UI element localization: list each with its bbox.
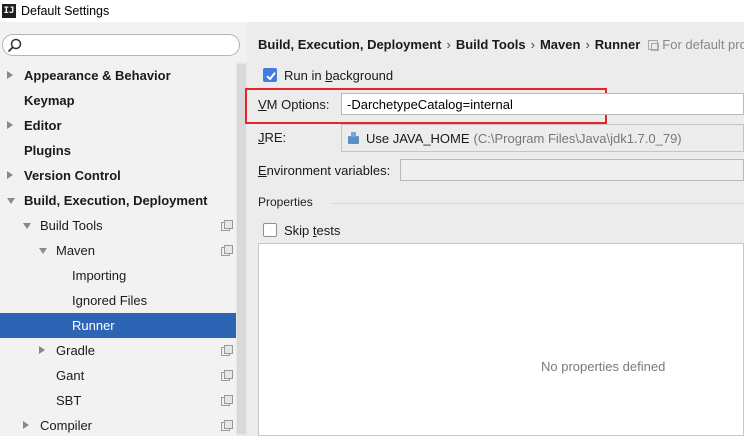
search-input[interactable] — [25, 37, 235, 53]
properties-divider — [331, 203, 744, 204]
settings-sidebar: Appearance & Behavior Keymap Editor Plugins… — [0, 22, 247, 436]
run-in-background-label[interactable]: Run in background — [284, 68, 393, 83]
breadcrumb-item[interactable]: Build, Execution, Deployment — [258, 37, 441, 52]
sidebar-item-label: Compiler — [40, 418, 93, 433]
project-settings-icon — [648, 39, 660, 51]
jre-label: JRE: — [258, 130, 287, 145]
project-settings-icon — [221, 420, 233, 431]
sidebar-item-label: Gradle — [56, 343, 96, 358]
environment-variables-field[interactable] — [400, 159, 744, 181]
sidebar-item-label: Maven — [56, 243, 96, 258]
sidebar-item-label: Version Control — [24, 168, 121, 183]
collapsed-arrow-icon[interactable] — [7, 171, 13, 179]
project-settings-icon — [221, 395, 233, 406]
jre-select[interactable]: Use JAVA_HOME (C:\Program Files\Java\jdk… — [341, 124, 744, 152]
breadcrumb-separator: › — [585, 37, 590, 52]
sidebar-item-compiler[interactable]: Compiler — [0, 413, 236, 436]
sidebar-item-build-execution-deployment[interactable]: Build, Execution, Deployment — [0, 188, 236, 213]
collapsed-arrow-icon[interactable] — [39, 346, 45, 354]
sidebar-item-label: Runner — [72, 318, 115, 333]
settings-search-box[interactable] — [2, 34, 240, 56]
breadcrumb-separator: › — [530, 37, 535, 52]
intellij-logo-icon: IJ — [2, 4, 16, 18]
expanded-arrow-icon[interactable] — [7, 198, 15, 204]
collapsed-arrow-icon[interactable] — [7, 121, 13, 129]
properties-empty-text: No properties defined — [541, 359, 666, 374]
sidebar-item-label: Gant — [56, 368, 85, 383]
properties-table[interactable] — [258, 243, 744, 436]
sidebar-item-editor[interactable]: Editor — [0, 113, 236, 138]
sidebar-item-label: Importing — [72, 268, 127, 283]
breadcrumb-item[interactable]: Build Tools — [456, 37, 526, 52]
vm-options-label: VM Options: — [258, 97, 330, 112]
sidebar-item-version-control[interactable]: Version Control — [0, 163, 236, 188]
project-settings-icon — [221, 345, 233, 356]
sidebar-item-label: Build Tools — [40, 218, 103, 233]
skip-tests-label[interactable]: Skip tests — [284, 223, 340, 238]
sidebar-item-maven[interactable]: Maven — [0, 238, 236, 263]
sidebar-item-label: Ignored Files — [72, 293, 148, 308]
sidebar-item-plugins[interactable]: Plugins — [0, 138, 236, 163]
sidebar-item-label: SBT — [56, 393, 82, 408]
vm-options-field[interactable] — [341, 93, 744, 115]
folder-icon — [348, 132, 360, 144]
project-settings-icon — [221, 245, 233, 256]
sidebar-item-label: Appearance & Behavior — [24, 68, 171, 83]
environment-variables-label: Environment variables: — [258, 163, 391, 178]
jre-select-value: Use JAVA_HOME — [366, 130, 470, 146]
sidebar-item-label: Editor — [24, 118, 62, 133]
search-icon — [7, 38, 22, 53]
breadcrumb-separator: › — [446, 37, 451, 52]
sidebar-item-importing[interactable]: Importing — [0, 263, 236, 288]
sidebar-item-keymap[interactable]: Keymap — [0, 88, 236, 113]
default-project-hint: For default proje — [648, 37, 744, 52]
sidebar-item-gant[interactable]: Gant — [0, 363, 236, 388]
checkmark-icon — [266, 72, 276, 81]
breadcrumb: Build, Execution, Deployment › Build Tools… — [258, 37, 744, 52]
title-bar: IJ Default Settings — [0, 0, 744, 22]
settings-tree: Appearance & Behavior Keymap Editor Plugins… — [0, 63, 236, 436]
default-project-hint-text: For default proje — [662, 37, 744, 52]
project-settings-icon — [221, 370, 233, 381]
window-title: Default Settings — [21, 4, 110, 18]
skip-tests-checkbox[interactable] — [263, 223, 277, 237]
sidebar-item-ignored-files[interactable]: Ignored Files — [0, 288, 236, 313]
vm-options-input[interactable] — [342, 94, 743, 114]
sidebar-item-runner[interactable]: Runner — [0, 313, 236, 338]
environment-variables-input[interactable] — [401, 160, 743, 180]
sidebar-item-label: Plugins — [24, 143, 71, 158]
breadcrumb-item[interactable]: Runner — [595, 37, 641, 52]
sidebar-item-sbt[interactable]: SBT — [0, 388, 236, 413]
settings-content: Build, Execution, Deployment › Build Tools… — [245, 22, 744, 436]
sidebar-item-appearance-behavior[interactable]: Appearance & Behavior — [0, 63, 236, 88]
collapsed-arrow-icon[interactable] — [7, 71, 13, 79]
collapsed-arrow-icon[interactable] — [23, 421, 29, 429]
expanded-arrow-icon[interactable] — [23, 223, 31, 229]
properties-heading: Properties — [258, 195, 313, 209]
run-in-background-checkbox[interactable] — [263, 68, 277, 82]
sidebar-item-build-tools[interactable]: Build Tools — [0, 213, 236, 238]
sidebar-item-label: Keymap — [24, 93, 75, 108]
sidebar-item-gradle[interactable]: Gradle — [0, 338, 236, 363]
sidebar-item-label: Build, Execution, Deployment — [24, 193, 208, 208]
project-settings-icon — [221, 220, 233, 231]
breadcrumb-item[interactable]: Maven — [540, 37, 580, 52]
jre-select-path: (C:\Program Files\Java\jdk1.7.0_79) — [473, 130, 682, 146]
expanded-arrow-icon[interactable] — [39, 248, 47, 254]
